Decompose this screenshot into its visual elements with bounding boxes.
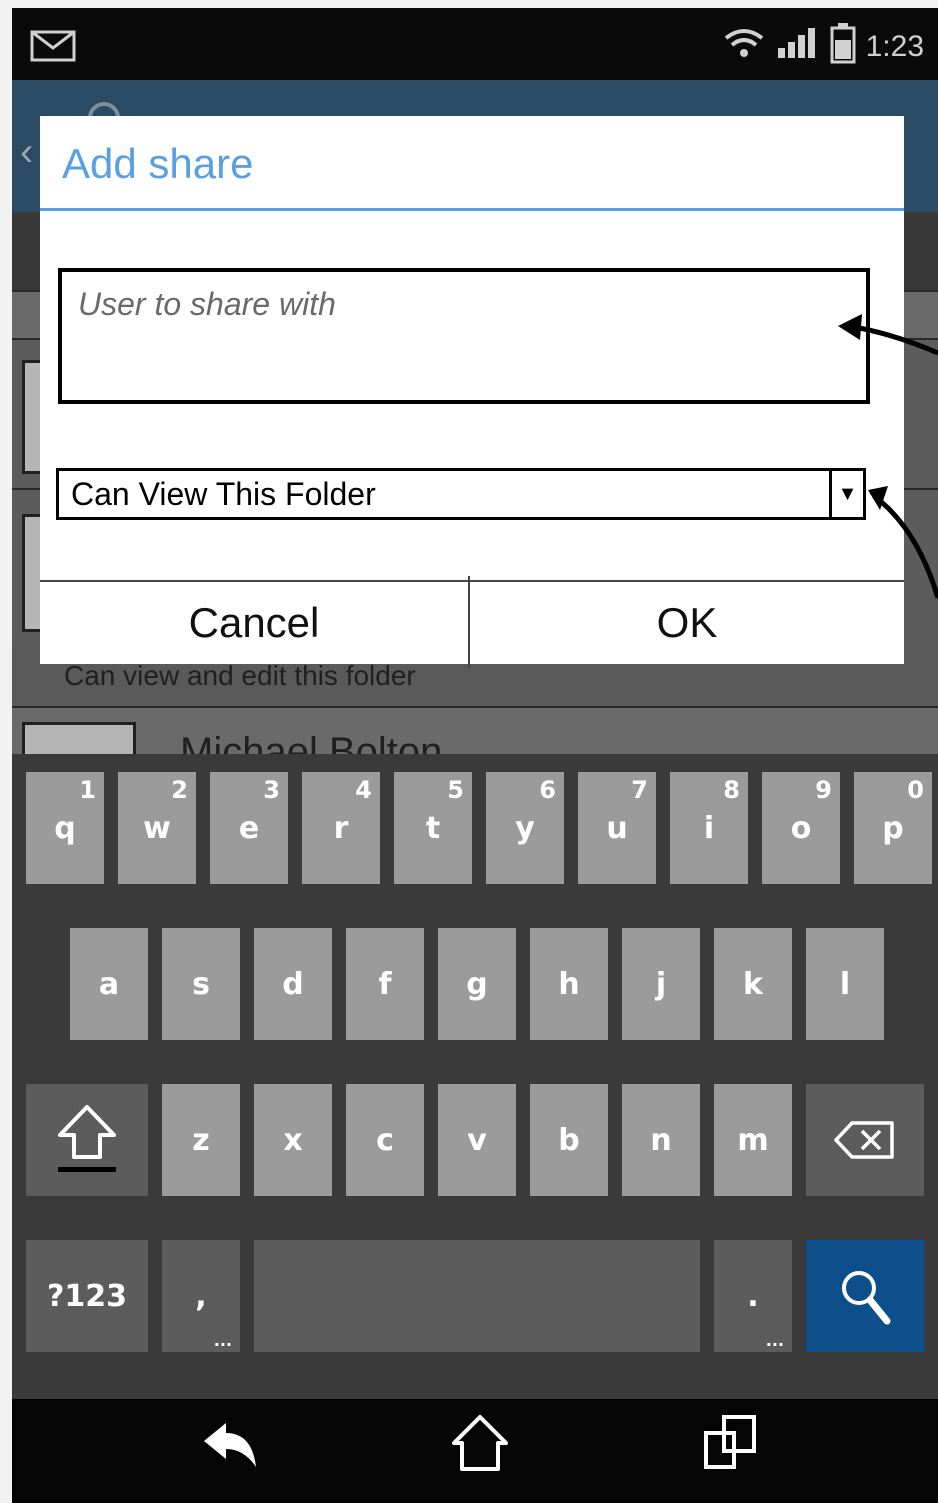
- recents-icon[interactable]: [702, 1413, 762, 1473]
- key-a[interactable]: a: [70, 928, 148, 1040]
- cancel-button[interactable]: Cancel: [40, 582, 468, 664]
- key-k[interactable]: k: [714, 928, 792, 1040]
- dropdown-arrow-icon[interactable]: ▼: [829, 471, 863, 517]
- key-x[interactable]: x: [254, 1084, 332, 1196]
- key-g[interactable]: g: [438, 928, 516, 1040]
- backspace-key[interactable]: [806, 1084, 924, 1196]
- symbols-key[interactable]: ?123: [26, 1240, 148, 1352]
- title-divider: [40, 208, 904, 211]
- key-h[interactable]: h: [530, 928, 608, 1040]
- dialog-title: Add share: [62, 140, 254, 187]
- back-arrow-icon: ‹: [20, 130, 34, 174]
- key-y[interactable]: 6y: [486, 772, 564, 884]
- key-u[interactable]: 7u: [578, 772, 656, 884]
- shift-icon: [58, 1105, 116, 1172]
- key-c[interactable]: c: [346, 1084, 424, 1196]
- key-w[interactable]: 2w: [118, 772, 196, 884]
- key-z[interactable]: z: [162, 1084, 240, 1196]
- ok-button[interactable]: OK: [470, 582, 904, 664]
- mail-icon: [30, 30, 76, 66]
- clock: 1:23: [865, 30, 924, 63]
- key-j[interactable]: j: [622, 928, 700, 1040]
- key-f[interactable]: f: [346, 928, 424, 1040]
- add-share-dialog: Add share User to share with Can View Th…: [40, 116, 904, 668]
- navigation-bar: [12, 1399, 938, 1503]
- key-n[interactable]: n: [622, 1084, 700, 1196]
- signal-icon: [776, 26, 820, 68]
- background-caption: Can view and edit this folder: [64, 660, 416, 691]
- key-s[interactable]: s: [162, 928, 240, 1040]
- key-l[interactable]: l: [806, 928, 884, 1040]
- search-key[interactable]: [806, 1240, 924, 1352]
- status-bar: 1:23: [12, 8, 938, 80]
- permission-value: Can View This Folder: [71, 476, 376, 512]
- home-icon[interactable]: [450, 1413, 510, 1473]
- soft-keyboard: 1q 2w 3e 4r 5t 6y 7u 8i 9o 0p a s d f g …: [12, 754, 938, 1399]
- key-b[interactable]: b: [530, 1084, 608, 1196]
- comma-key[interactable]: ,...: [162, 1240, 240, 1352]
- battery-icon: [830, 22, 856, 72]
- key-d[interactable]: d: [254, 928, 332, 1040]
- period-key[interactable]: ....: [714, 1240, 792, 1352]
- permission-dropdown[interactable]: Can View This Folder ▼: [56, 468, 866, 520]
- key-o[interactable]: 9o: [762, 772, 840, 884]
- key-p[interactable]: 0p: [854, 772, 932, 884]
- key-r[interactable]: 4r: [302, 772, 380, 884]
- user-to-share-input[interactable]: User to share with: [58, 268, 870, 404]
- key-m[interactable]: m: [714, 1084, 792, 1196]
- key-i[interactable]: 8i: [670, 772, 748, 884]
- key-v[interactable]: v: [438, 1084, 516, 1196]
- key-e[interactable]: 3e: [210, 772, 288, 884]
- key-q[interactable]: 1q: [26, 772, 104, 884]
- wifi-icon: [722, 26, 766, 68]
- space-bar[interactable]: [254, 1240, 700, 1352]
- key-t[interactable]: 5t: [394, 772, 472, 884]
- status-icons: 1:23: [722, 22, 924, 72]
- back-icon[interactable]: [200, 1417, 264, 1473]
- phone-screen: 1:23 ‹ Can view and edit this folder Mic…: [12, 8, 938, 1503]
- backspace-icon: [834, 1121, 894, 1159]
- shift-key[interactable]: [26, 1084, 148, 1196]
- search-icon: [842, 1271, 891, 1325]
